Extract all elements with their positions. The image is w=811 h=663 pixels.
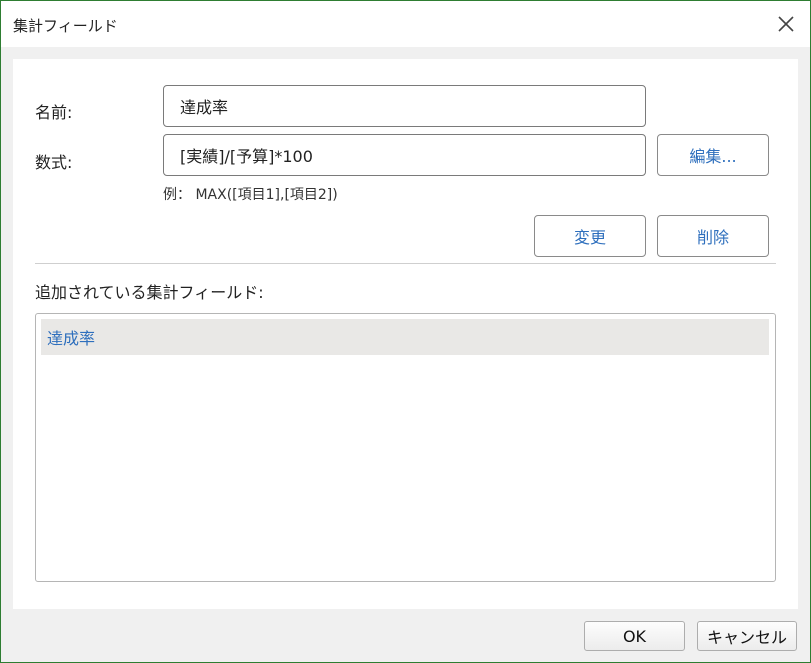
delete-button[interactable]: 削除 xyxy=(657,215,769,257)
formula-label: 数式: xyxy=(35,153,73,172)
edit-formula-button[interactable]: 編集... xyxy=(657,134,769,176)
name-input[interactable]: 達成率 xyxy=(163,85,646,127)
close-icon xyxy=(778,16,794,32)
close-button[interactable] xyxy=(771,9,801,39)
calculated-field-dialog: 集計フィールド 名前: 達成率 数式: [実績]/[予算]*100 編集... … xyxy=(0,0,811,663)
formula-input[interactable]: [実績]/[予算]*100 xyxy=(163,134,646,176)
formula-example: 例： MAX([項目1],[項目2]) xyxy=(163,187,338,203)
name-label: 名前: xyxy=(35,103,73,122)
divider xyxy=(35,263,776,264)
dialog-title: 集計フィールド xyxy=(13,17,118,35)
ok-button[interactable]: OK xyxy=(584,621,685,651)
content-panel: 名前: 達成率 数式: [実績]/[予算]*100 編集... 例： MAX([… xyxy=(13,59,798,609)
calculated-field-list[interactable]: 達成率 xyxy=(35,313,776,582)
title-bar: 集計フィールド xyxy=(1,1,810,47)
added-fields-label: 追加されている集計フィールド: xyxy=(35,283,264,302)
list-item[interactable]: 達成率 xyxy=(41,319,769,355)
cancel-button[interactable]: キャンセル xyxy=(697,621,797,651)
change-button[interactable]: 変更 xyxy=(534,215,646,257)
